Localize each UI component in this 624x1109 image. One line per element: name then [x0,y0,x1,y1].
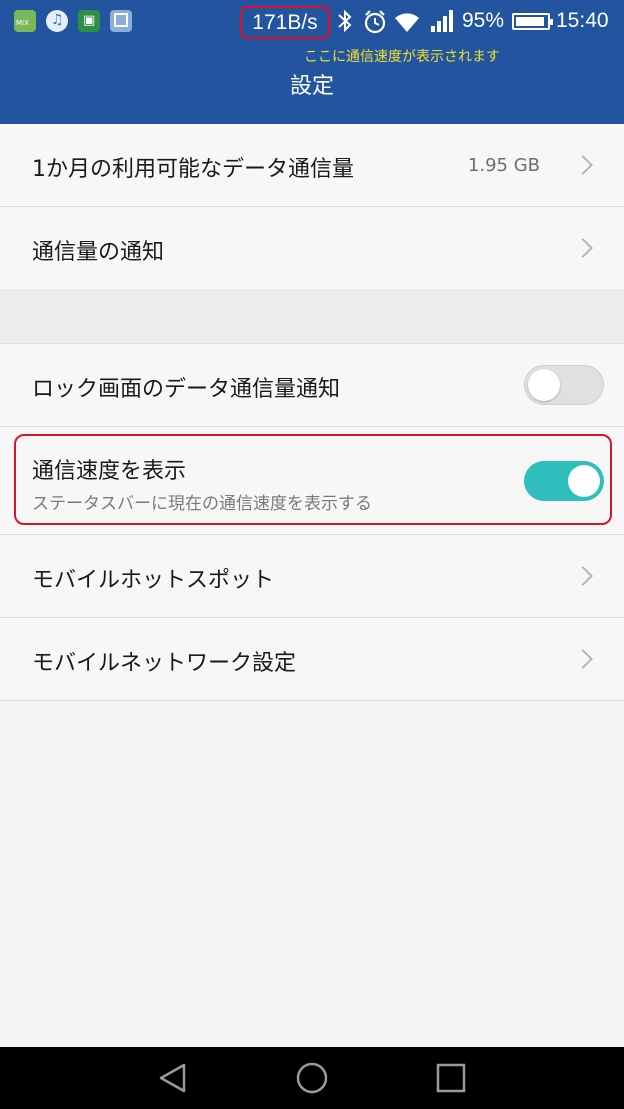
mobile-network-item[interactable]: モバイルネットワーク設定 [0,618,624,701]
chevron-right-icon [573,238,593,258]
transit-app-icon: ▣ [78,10,100,32]
status-clock: 15:40 [556,9,609,32]
recent-apps-icon[interactable] [434,1061,468,1095]
gallery-app-icon [110,10,132,32]
section-divider [0,289,624,344]
chevron-right-icon [573,566,593,586]
music-app-icon: ♫ [46,10,68,32]
lock-screen-notification-label: ロック画面のデータ通信量通知 [32,377,341,402]
back-icon[interactable] [156,1061,190,1095]
hotspot-item[interactable]: モバイルホットスポット [0,535,624,618]
speed-annotation: ここに通信速度が表示されます [304,49,500,65]
navigation-bar [0,1047,624,1109]
wifi-icon [395,13,419,32]
chevron-right-icon [573,649,593,669]
toggle-knob [528,369,560,401]
usage-notification-item[interactable]: 通信量の通知 [0,207,624,289]
mobile-network-label: モバイルネットワーク設定 [32,651,297,676]
usage-notification-label: 通信量の通知 [32,240,165,265]
home-icon[interactable] [295,1061,329,1095]
mix-app-icon-text: MIX [16,19,29,27]
lock-screen-notification-item[interactable]: ロック画面のデータ通信量通知 [0,344,624,427]
battery-percent: 95% [462,9,505,32]
data-limit-label: 1か月の利用可能なデータ通信量 [32,157,354,182]
net-speed-indicator: 171B/s [240,6,330,39]
mix-app-icon: MIX [14,10,36,32]
hotspot-label: モバイルホットスポット [32,568,275,593]
status-bar: MIX ♫ ▣ 171B/s 95% 15:40 [0,0,624,44]
chevron-right-icon [573,155,593,175]
highlight-annotation-box [14,434,612,525]
signal-icon [431,10,453,32]
bluetooth-icon [338,9,352,33]
alarm-icon [364,10,386,34]
battery-icon [512,13,553,30]
lock-screen-notification-toggle[interactable] [524,365,604,405]
data-limit-item[interactable]: 1か月の利用可能なデータ通信量 1.95 GB [0,124,624,207]
page-title: 設定 [289,74,334,99]
app-header: MIX ♫ ▣ 171B/s 95% 15:40 ここに通信速度が表示されます … [0,0,624,124]
data-limit-value: 1.95 GB [467,155,540,176]
